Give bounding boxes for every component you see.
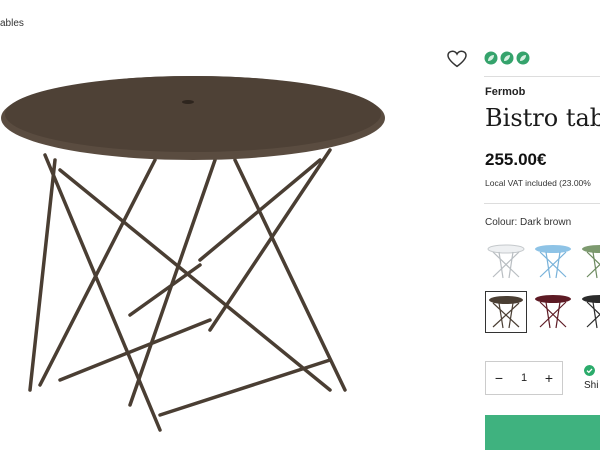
vat-note: Local VAT included (23.00% bbox=[485, 178, 591, 188]
swatch-burgundy[interactable] bbox=[532, 291, 574, 333]
product-image bbox=[1, 76, 385, 432]
swatch-white[interactable] bbox=[485, 241, 527, 283]
shipping-status: Shi bbox=[584, 380, 599, 391]
leaf-icon bbox=[484, 51, 498, 65]
eco-rating bbox=[484, 51, 530, 65]
divider bbox=[484, 203, 600, 204]
swatch-light-blue[interactable] bbox=[532, 241, 574, 283]
quantity-stepper: − 1 + bbox=[485, 361, 563, 395]
heart-outline-icon[interactable] bbox=[447, 50, 467, 68]
colour-label: Colour: Dark brown bbox=[485, 217, 572, 228]
brand-name[interactable]: Fermob bbox=[485, 86, 525, 98]
check-circle-icon bbox=[584, 365, 595, 376]
swatch-black[interactable] bbox=[579, 291, 600, 333]
divider bbox=[484, 76, 600, 77]
leaf-icon bbox=[500, 51, 514, 65]
product-title: Bistro tabl bbox=[485, 104, 600, 132]
leaf-icon bbox=[516, 51, 530, 65]
decrease-quantity-button[interactable]: − bbox=[492, 370, 506, 386]
colour-swatches bbox=[485, 241, 600, 336]
breadcrumb[interactable]: ables bbox=[0, 18, 24, 29]
swatch-green[interactable] bbox=[579, 241, 600, 283]
product-price: 255.00€ bbox=[485, 150, 547, 169]
add-to-cart-button[interactable] bbox=[485, 415, 600, 450]
swatch-dark-brown[interactable] bbox=[485, 291, 527, 333]
quantity-value[interactable]: 1 bbox=[521, 372, 527, 384]
increase-quantity-button[interactable]: + bbox=[542, 370, 556, 386]
